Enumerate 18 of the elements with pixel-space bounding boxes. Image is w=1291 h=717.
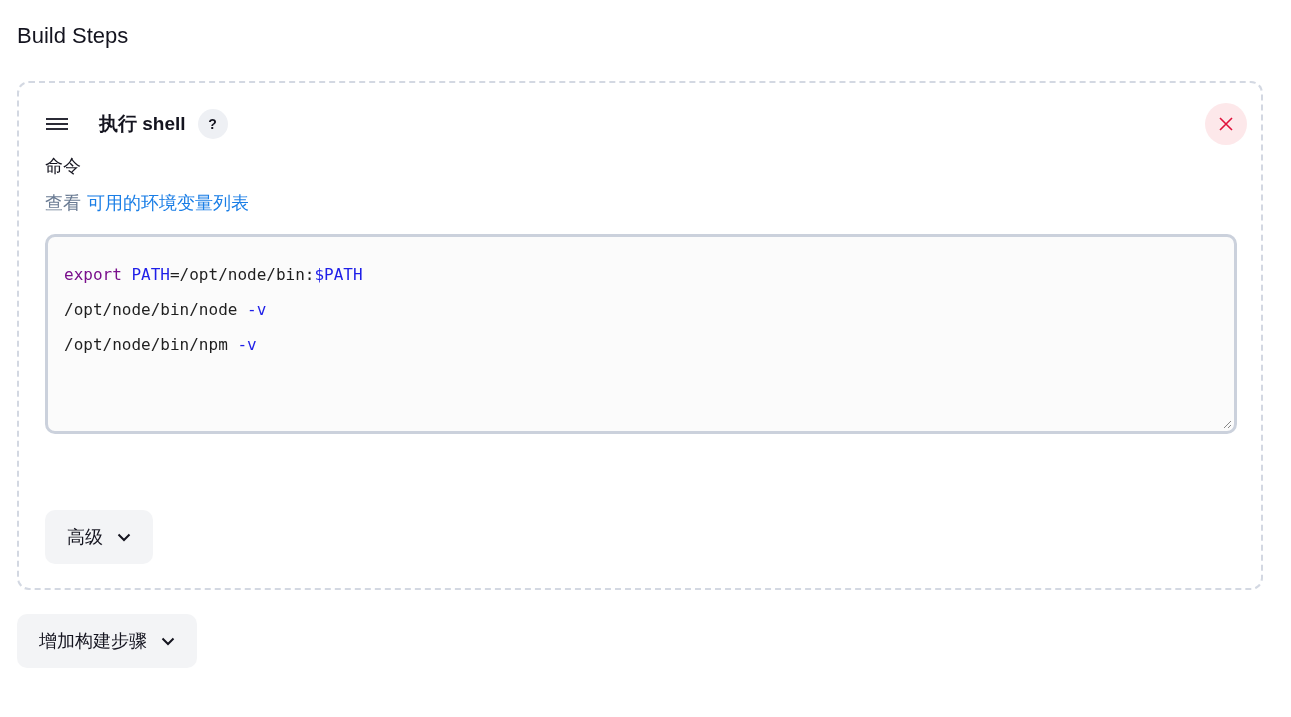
- help-button[interactable]: ?: [197, 109, 228, 139]
- chevron-down-icon: [161, 636, 175, 646]
- code-line: /opt/node/bin/npm -v: [64, 334, 257, 356]
- code-line: /opt/node/bin/node -v: [64, 299, 267, 321]
- section-title: Build Steps: [17, 22, 129, 50]
- chevron-down-icon: [117, 532, 131, 542]
- close-button[interactable]: [1205, 103, 1247, 145]
- drag-handle-icon[interactable]: [45, 116, 69, 132]
- command-field[interactable]: export PATH=/opt/node/bin:$PATH /opt/node/bin/node -v /opt/node/bin/npm -v: [45, 234, 1237, 434]
- close-icon: [1219, 117, 1233, 131]
- env-variables-link[interactable]: 可用的环境变量列表: [87, 190, 249, 217]
- add-build-step-button[interactable]: 增加构建步骤: [17, 614, 197, 668]
- advanced-button[interactable]: 高级: [45, 510, 153, 564]
- hint-text: 查看: [45, 192, 81, 215]
- step-title: 执行 shell: [99, 111, 186, 136]
- field-label: 命令: [45, 155, 81, 178]
- resize-handle-icon[interactable]: [1222, 419, 1232, 429]
- code-line: export PATH=/opt/node/bin:$PATH: [64, 264, 363, 286]
